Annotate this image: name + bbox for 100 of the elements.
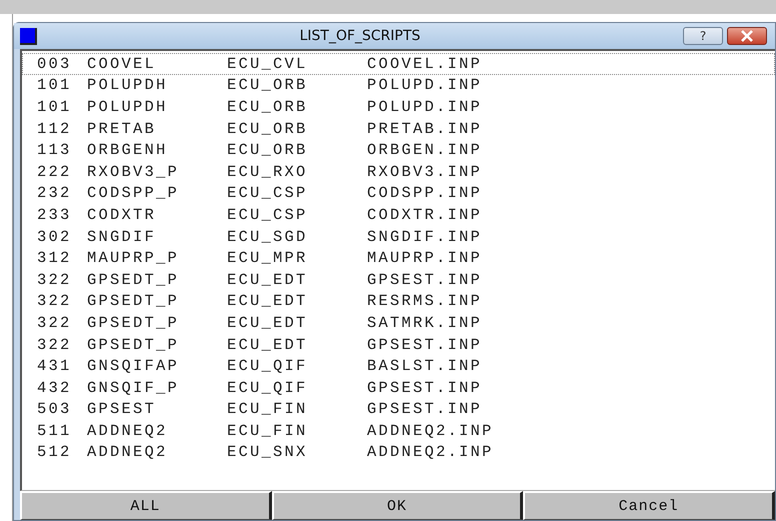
script-name: COOVEL bbox=[87, 54, 158, 73]
script-name: ADDNEQ2 bbox=[87, 422, 169, 440]
script-name: POLUPDH bbox=[87, 76, 169, 94]
list-row[interactable]: 233 CODXTR ECU_CSP CODXTR.INP bbox=[22, 204, 775, 226]
help-button[interactable]: ? bbox=[683, 27, 723, 45]
dialog-button[interactable]: ALL bbox=[20, 491, 272, 520]
script-number: 511 bbox=[37, 422, 73, 440]
file-name: COOVEL.INP bbox=[367, 54, 484, 73]
script-number: 503 bbox=[37, 400, 73, 418]
file-name: GPSEST.INP bbox=[367, 270, 484, 289]
script-number: 101 bbox=[37, 76, 73, 94]
close-icon bbox=[740, 30, 754, 42]
list-row[interactable]: 222 RXOBV3_P ECU_RXO RXOBV3.INP bbox=[22, 160, 775, 183]
ecu-name: ECU_CVL bbox=[227, 54, 309, 73]
list-row[interactable]: 113 ORBGENH ECU_ORB ORBGEN.INP bbox=[22, 139, 775, 161]
script-name: PRETAB bbox=[87, 120, 158, 138]
script-number: 431 bbox=[37, 357, 73, 376]
list-row[interactable]: 511 ADDNEQ2 ECU_FIN ADDNEQ2.INP bbox=[22, 420, 775, 442]
window-title: LIST_OF_SCRIPTS bbox=[298, 28, 422, 44]
script-name: GNSQIF_P bbox=[87, 378, 180, 397]
file-name: CODXTR.INP bbox=[367, 206, 484, 224]
ecu-name: ECU_ORB bbox=[227, 98, 309, 116]
ecu-name: ECU_EDT bbox=[227, 336, 309, 354]
list-row[interactable]: 322 GPSEDT_P ECU_EDT GPSEST.INP bbox=[22, 334, 775, 356]
dialog-button[interactable]: Cancel bbox=[523, 491, 775, 520]
file-name: POLUPD.INP bbox=[367, 98, 484, 116]
script-number: 312 bbox=[37, 249, 73, 268]
list-row[interactable]: 512 ADDNEQ2 ECU_SNX ADDNEQ2.INP bbox=[22, 442, 775, 464]
ecu-name: ECU_EDT bbox=[227, 292, 309, 310]
list-row[interactable]: 322 GPSEDT_P ECU_EDT GPSEST.INP bbox=[22, 268, 775, 291]
list-row[interactable]: 232 CODSPP_P ECU_CSP CODSPP.INP bbox=[22, 182, 775, 204]
list-row[interactable]: 432 GNSQIF_P ECU_QIF GPSEST.INP bbox=[22, 376, 775, 398]
ecu-name: ECU_EDT bbox=[227, 314, 309, 332]
ecu-name: ECU_ORB bbox=[227, 76, 309, 94]
ecu-name: ECU_MPR bbox=[227, 249, 309, 268]
file-name: RESRMS.INP bbox=[367, 292, 484, 310]
script-number: 322 bbox=[37, 314, 73, 332]
file-name: BASLST.INP bbox=[367, 357, 484, 376]
script-name: GPSEST bbox=[87, 400, 158, 418]
script-number: 113 bbox=[37, 141, 73, 160]
script-number: 432 bbox=[37, 378, 73, 397]
script-name: MAUPRP_P bbox=[87, 249, 180, 268]
script-number: 222 bbox=[37, 162, 73, 181]
file-name: MAUPRP.INP bbox=[367, 249, 484, 268]
script-name: CODXTR bbox=[87, 206, 158, 224]
file-name: CODSPP.INP bbox=[367, 184, 484, 202]
script-name: RXOBV3_P bbox=[87, 162, 180, 181]
close-button[interactable] bbox=[727, 27, 767, 45]
script-name: ADDNEQ2 bbox=[87, 443, 169, 462]
ecu-name: ECU_ORB bbox=[227, 120, 309, 138]
list-row[interactable]: 322 GPSEDT_P ECU_EDT RESRMS.INP bbox=[22, 290, 775, 312]
file-name: GPSEST.INP bbox=[367, 400, 484, 418]
ecu-name: ECU_ORB bbox=[227, 141, 309, 160]
file-name: SATMRK.INP bbox=[367, 314, 484, 332]
script-name: SNGDIF bbox=[87, 228, 158, 246]
ecu-name: ECU_CSP bbox=[227, 184, 309, 202]
script-name: ORBGENH bbox=[87, 141, 169, 160]
script-name: GPSEDT_P bbox=[87, 314, 180, 332]
file-name: ADDNEQ2.INP bbox=[367, 443, 495, 462]
window-icon[interactable] bbox=[20, 28, 37, 44]
script-number: 232 bbox=[37, 184, 73, 202]
file-name: PRETAB.INP bbox=[367, 120, 484, 138]
ecu-name: ECU_FIN bbox=[227, 422, 309, 440]
ecu-name: ECU_QIF bbox=[227, 357, 309, 376]
script-number: 512 bbox=[37, 443, 73, 462]
ecu-name: ECU_SNX bbox=[227, 443, 309, 462]
list-row[interactable]: 302 SNGDIF ECU_SGD SNGDIF.INP bbox=[22, 226, 775, 248]
list-row[interactable]: 431 GNSQIFAP ECU_QIF BASLST.INP bbox=[22, 355, 775, 377]
ecu-name: ECU_QIF bbox=[227, 378, 309, 397]
script-name: GPSEDT_P bbox=[87, 270, 180, 289]
script-name: POLUPDH bbox=[87, 98, 169, 116]
ecu-name: ECU_FIN bbox=[227, 400, 309, 418]
script-name: GNSQIFAP bbox=[87, 357, 180, 376]
script-number: 322 bbox=[37, 270, 73, 289]
script-number: 302 bbox=[37, 228, 73, 246]
script-number: 233 bbox=[37, 206, 73, 224]
file-name: GPSEST.INP bbox=[367, 378, 484, 397]
list-row[interactable]: 101 POLUPDH ECU_ORB POLUPD.INP bbox=[22, 96, 775, 118]
file-name: SNGDIF.INP bbox=[367, 228, 484, 246]
script-name: CODSPP_P bbox=[87, 184, 180, 202]
file-name: GPSEST.INP bbox=[367, 336, 484, 354]
list-row[interactable]: 503 GPSEST ECU_FIN GPSEST.INP bbox=[22, 398, 775, 420]
script-number: 322 bbox=[37, 292, 73, 310]
list-row[interactable]: 003 COOVEL ECU_CVL COOVEL.INP bbox=[22, 53, 775, 75]
script-number: 101 bbox=[37, 98, 73, 116]
ecu-name: ECU_RXO bbox=[227, 162, 309, 181]
list-row[interactable]: 101 POLUPDH ECU_ORB POLUPD.INP bbox=[22, 74, 775, 96]
list-row[interactable]: 312 MAUPRP_P ECU_MPR MAUPRP.INP bbox=[22, 247, 775, 269]
script-number: 322 bbox=[37, 336, 73, 354]
list-row[interactable]: 112 PRETAB ECU_ORB PRETAB.INP bbox=[22, 118, 775, 140]
dialog-button[interactable]: OK bbox=[272, 491, 524, 520]
script-name: GPSEDT_P bbox=[87, 292, 180, 310]
ecu-name: ECU_EDT bbox=[227, 270, 309, 289]
file-name: ADDNEQ2.INP bbox=[367, 422, 495, 440]
list-row[interactable]: 322 GPSEDT_P ECU_EDT SATMRK.INP bbox=[22, 312, 775, 334]
file-name: POLUPD.INP bbox=[367, 76, 484, 94]
script-number: 003 bbox=[37, 54, 73, 73]
script-name: GPSEDT_P bbox=[87, 336, 180, 354]
ecu-name: ECU_SGD bbox=[227, 228, 309, 246]
file-name: RXOBV3.INP bbox=[367, 162, 484, 181]
